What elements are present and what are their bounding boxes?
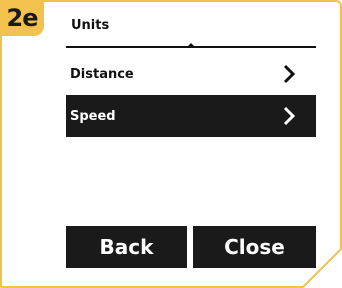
step-badge: 2e (0, 0, 44, 36)
page-title: Units (71, 18, 110, 33)
chevron-right-icon (278, 105, 300, 127)
menu-item-speed[interactable]: Speed (66, 95, 316, 137)
menu-item-label: Distance (70, 66, 134, 82)
menu-item-distance[interactable]: Distance (66, 53, 316, 95)
chevron-right-icon (278, 63, 300, 85)
device-screen: Units Distance Speed Back Close (66, 0, 316, 288)
scroll-indicator-icon (187, 43, 195, 47)
back-button[interactable]: Back (66, 226, 187, 268)
menu-item-label: Speed (70, 108, 116, 124)
close-button[interactable]: Close (193, 226, 316, 268)
